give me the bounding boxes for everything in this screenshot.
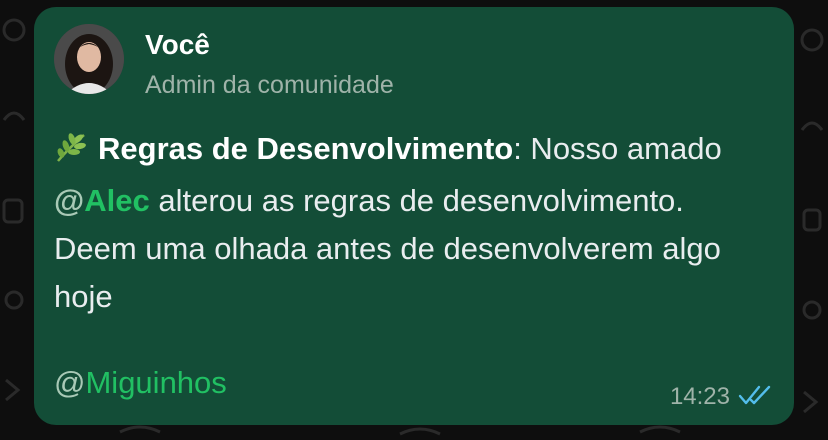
mention-at-symbol: @ — [54, 365, 86, 400]
herb-leaf-icon — [54, 129, 88, 177]
message-bubble[interactable]: Você Admin da comunidade Regras de Desen… — [34, 7, 794, 425]
mention-alec[interactable]: @Alec — [54, 183, 150, 218]
avatar[interactable] — [54, 24, 124, 94]
mention-miguinhos[interactable]: @Miguinhos — [54, 363, 227, 403]
message-text: Regras de Desenvolvimento: Nosso amado @… — [54, 125, 754, 321]
mention-at-symbol: @ — [54, 183, 85, 218]
mention-name: Alec — [84, 183, 150, 218]
message-title: Regras de Desenvolvimento — [98, 131, 514, 166]
message-intro: : Nosso amado — [513, 131, 722, 166]
double-check-read-icon — [738, 384, 772, 411]
mention-name: Miguinhos — [85, 365, 227, 400]
message-meta: 14:23 — [670, 383, 772, 411]
message-body: alterou as regras de desenvolvimento. De… — [54, 183, 721, 314]
sender-name[interactable]: Você — [145, 29, 210, 61]
sender-role: Admin da comunidade — [145, 71, 394, 99]
message-time: 14:23 — [669, 383, 730, 410]
